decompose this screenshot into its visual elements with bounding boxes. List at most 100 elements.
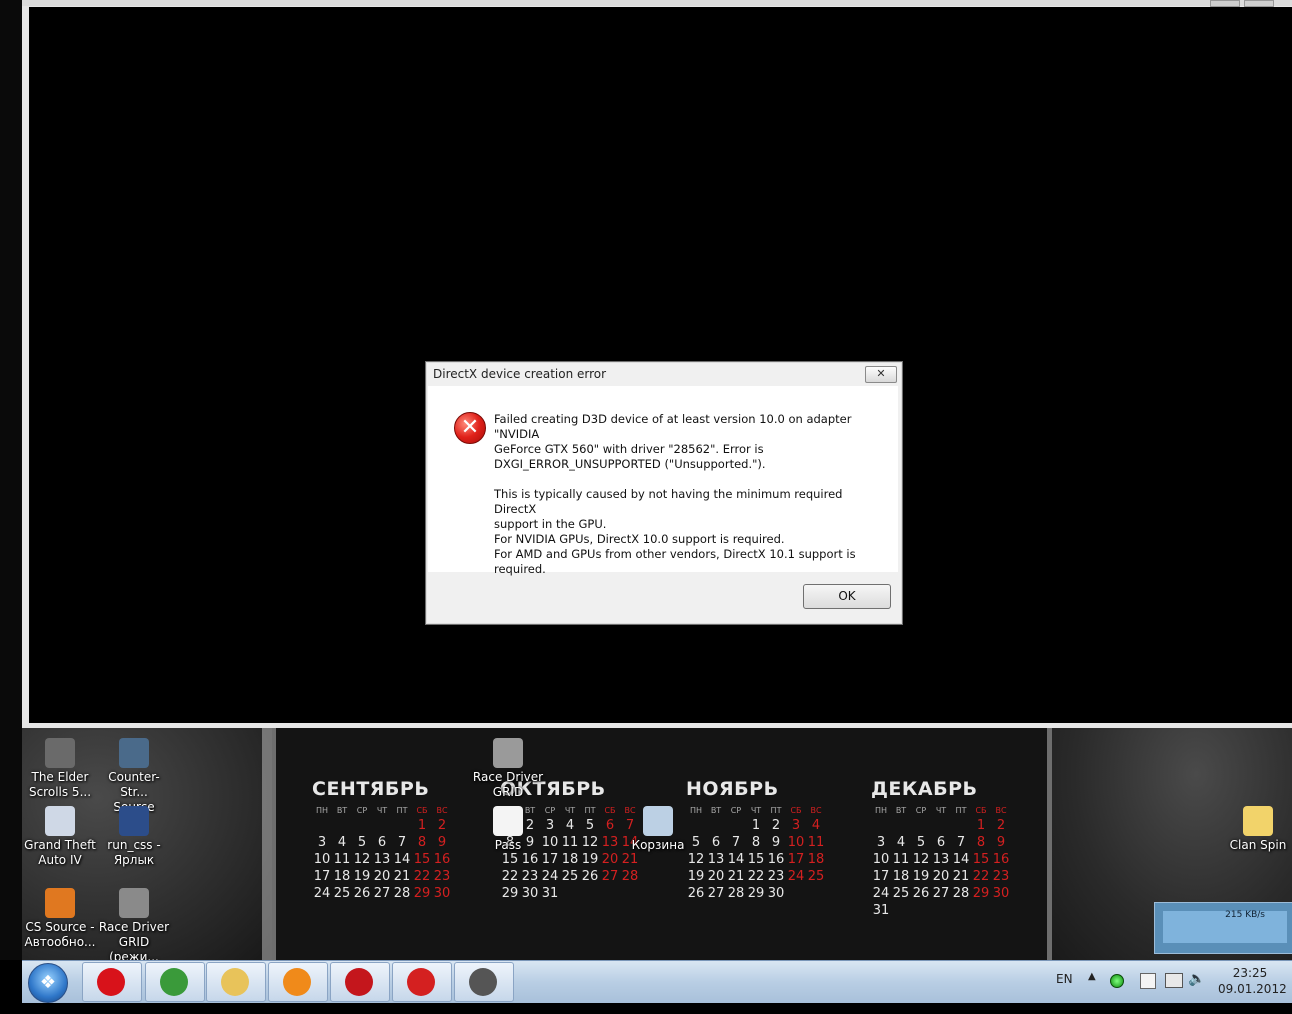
calendar-day: 26 bbox=[581, 869, 599, 884]
tray-green-status-icon[interactable] bbox=[1110, 974, 1124, 988]
calendar-day: 9 bbox=[996, 835, 1006, 850]
clock[interactable]: 23:25 09.01.2012 bbox=[1218, 965, 1287, 1007]
calendar-weekday: ВТ bbox=[336, 806, 348, 815]
calendar-month: СЕНТЯБРЬ ПН ВТ СР ЧТ ПТ СБ ВС 1 2 3 4 5 6 7 8 9 10 11 12 13 1… bbox=[312, 778, 452, 903]
calendar-day: 4 bbox=[337, 835, 347, 850]
calendar-day: 1 bbox=[417, 818, 427, 833]
zynga-icon bbox=[345, 968, 373, 996]
calendar-day: 16 bbox=[767, 852, 785, 867]
desktop-icon-label: The Elder bbox=[31, 770, 89, 784]
calendar-month-name: ДЕКАБРЬ bbox=[871, 778, 978, 800]
volume-icon[interactable]: 🔈 bbox=[1188, 971, 1205, 1013]
calendar-day: 29 bbox=[972, 886, 990, 901]
calendar-day: 20 bbox=[707, 869, 725, 884]
explorer-folder-icon bbox=[221, 968, 249, 996]
calendar-day: 27 bbox=[373, 886, 391, 901]
error-message-line: For NVIDIA GPUs, DirectX 10.0 support is… bbox=[494, 532, 785, 546]
minimize-icon[interactable] bbox=[1210, 0, 1240, 7]
folder-icon bbox=[1243, 806, 1273, 836]
calendar-day: 15 bbox=[501, 852, 519, 867]
ok-button[interactable]: OK bbox=[803, 584, 891, 609]
calendar-day: 3 bbox=[317, 835, 327, 850]
calendar-day: 12 bbox=[912, 852, 930, 867]
calendar-day: 30 bbox=[433, 886, 451, 901]
cs-update-shortcut-icon bbox=[45, 888, 75, 918]
network-speed-meter[interactable]: 215 KB/s bbox=[1154, 902, 1292, 954]
calendar-day: 15 bbox=[747, 852, 765, 867]
desktop-icon[interactable]: Race Driver GRID bbox=[470, 738, 546, 800]
taskbar-button[interactable] bbox=[330, 962, 390, 1002]
calendar-day: 11 bbox=[892, 852, 910, 867]
calendar-day: 28 bbox=[621, 869, 639, 884]
desktop-icon[interactable]: Counter-Str...Source bbox=[96, 738, 172, 815]
taskbar-button[interactable] bbox=[206, 962, 266, 1002]
calendar-day: 1 bbox=[751, 818, 761, 833]
calendar-week-row: 15 16 17 18 19 20 21 bbox=[500, 852, 640, 869]
calendar-week-row: 3456789 bbox=[312, 835, 452, 852]
taskbar-button[interactable] bbox=[82, 962, 142, 1002]
taskbar-button[interactable] bbox=[454, 962, 514, 1002]
calendar-day: 21 bbox=[727, 869, 745, 884]
calendar-day: 21 bbox=[393, 869, 411, 884]
desktop-icon[interactable]: The Elder Scrolls 5... bbox=[22, 738, 98, 800]
calendar-day: 29 bbox=[413, 886, 431, 901]
calendar-day: 6 bbox=[711, 835, 721, 850]
desktop-icon[interactable]: CS Source - Автообно... bbox=[22, 888, 98, 950]
speed-value: 215 KB/s bbox=[1225, 910, 1265, 920]
show-hidden-icons-icon[interactable]: ▲ bbox=[1088, 971, 1096, 1013]
desktop-icon[interactable]: Корзина bbox=[620, 806, 696, 853]
calendar-day: 10 bbox=[313, 852, 331, 867]
calendar-day: 23 bbox=[433, 869, 451, 884]
desktop-icon-label: run_css - bbox=[107, 838, 161, 852]
game-titlebar[interactable] bbox=[22, 0, 1292, 6]
calendar-day: 13 bbox=[707, 852, 725, 867]
calendar-day: 22 bbox=[747, 869, 765, 884]
desktop-icon[interactable]: Clan Spin bbox=[1220, 806, 1292, 853]
calendar-weekday: ВТ bbox=[895, 806, 907, 815]
maximize-icon[interactable] bbox=[1244, 0, 1274, 7]
calendar-month: ДЕКАБРЬ ПН ВТ СР ЧТ ПТ СБ ВС 1 2 3 4 5 6 7 8 9 10 11 12 13 14… bbox=[871, 778, 1011, 920]
desktop-icon[interactable]: run_css - Ярлык bbox=[96, 806, 172, 868]
desktop-icon[interactable]: Pass bbox=[470, 806, 546, 853]
calendar-weekday: ЧТ bbox=[564, 806, 576, 815]
calendar-day: 27 bbox=[707, 886, 725, 901]
calendar-day: 4 bbox=[565, 818, 575, 833]
taskbar-button[interactable] bbox=[392, 962, 452, 1002]
calendar-day: 21 bbox=[952, 869, 970, 884]
calendar-day: 27 bbox=[601, 869, 619, 884]
taskbar-button[interactable] bbox=[268, 962, 328, 1002]
calendar-day: 11 bbox=[561, 835, 579, 850]
desktop-icon[interactable]: Grand Theft Auto IV bbox=[22, 806, 98, 868]
language-indicator[interactable]: EN bbox=[1056, 972, 1073, 1014]
calendar-day: 13 bbox=[373, 852, 391, 867]
calendar-day: 19 bbox=[581, 852, 599, 867]
action-center-flag-icon[interactable] bbox=[1140, 973, 1156, 989]
calendar-day: 3 bbox=[876, 835, 886, 850]
calendar-week-row: 24 25 26 27 28 29 30 bbox=[871, 886, 1011, 903]
windows-start-orb-icon[interactable]: ❖ bbox=[28, 963, 68, 1003]
calendar-weekday: ВС bbox=[995, 806, 1007, 815]
network-icon[interactable] bbox=[1165, 973, 1183, 988]
desktop-icon-label: Ярлык bbox=[113, 853, 155, 867]
calendar-day: 23 bbox=[521, 869, 539, 884]
calendar-day: 12 bbox=[687, 852, 705, 867]
error-icon: ✕ bbox=[454, 412, 486, 444]
calendar-weekday: ПН bbox=[315, 806, 329, 815]
calendar-day: 23 bbox=[992, 869, 1010, 884]
calendar-day: 17 bbox=[787, 852, 805, 867]
error-message: Failed creating D3D device of at least v… bbox=[494, 412, 874, 577]
calendar-day: 5 bbox=[357, 835, 367, 850]
calendar-weekday: СБ bbox=[975, 806, 987, 815]
calendar-month: НОЯБРЬ ПН ВТ СР ЧТ ПТ СБ ВС 1 2 3 4 5 6 7 8 9 10 11 12 13 14 1… bbox=[686, 778, 826, 903]
desktop-icon-label: GRID bbox=[492, 785, 524, 799]
calendar-day: 24 bbox=[313, 886, 331, 901]
calendar-day: 25 bbox=[892, 886, 910, 901]
taskbar-button[interactable] bbox=[145, 962, 205, 1002]
recycle-bin-icon bbox=[643, 806, 673, 836]
gta-shortcut-icon bbox=[45, 806, 75, 836]
calendar-day: 18 bbox=[892, 869, 910, 884]
calendar-weekday: ПТ bbox=[584, 806, 596, 815]
desktop-icon[interactable]: Race Driver GRID (режи... bbox=[96, 888, 172, 965]
close-icon[interactable]: ✕ bbox=[865, 366, 897, 383]
calendar-week-row: 5 6 7 8 9 10 11 bbox=[686, 835, 826, 852]
